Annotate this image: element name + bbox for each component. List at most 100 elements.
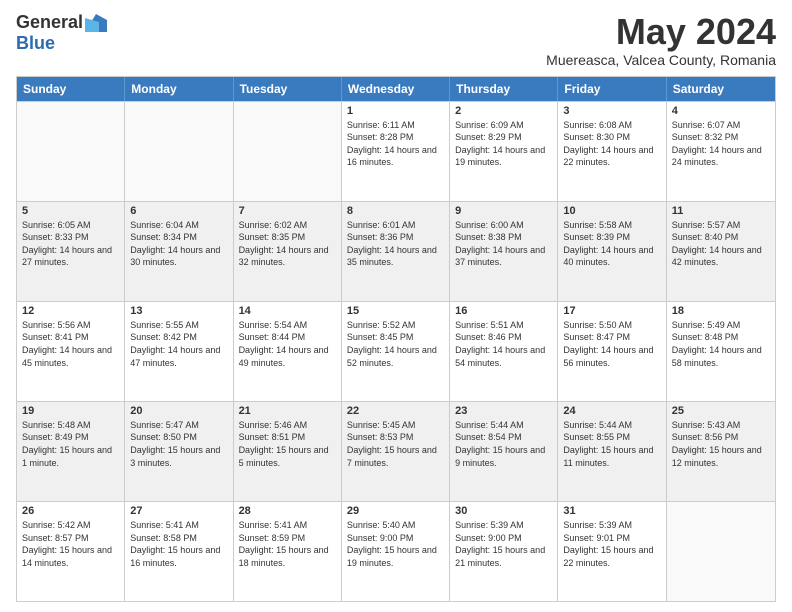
day-info: Sunrise: 5:47 AMSunset: 8:50 PMDaylight:… [130, 419, 227, 469]
cal-cell-empty [667, 502, 775, 601]
cal-cell-empty [17, 102, 125, 201]
month-title: May 2024 [546, 12, 776, 52]
day-number: 2 [455, 105, 552, 117]
cal-cell-day-8: 8Sunrise: 6:01 AMSunset: 8:36 PMDaylight… [342, 202, 450, 301]
day-info: Sunrise: 6:08 AMSunset: 8:30 PMDaylight:… [563, 119, 660, 169]
day-info: Sunrise: 5:50 AMSunset: 8:47 PMDaylight:… [563, 319, 660, 369]
day-info: Sunrise: 5:41 AMSunset: 8:59 PMDaylight:… [239, 519, 336, 569]
cal-cell-day-15: 15Sunrise: 5:52 AMSunset: 8:45 PMDayligh… [342, 302, 450, 401]
day-number: 15 [347, 305, 444, 317]
calendar-week-3: 12 Sunrise: 5:56 AMSunset: 8:41 PMDayligh… [17, 301, 775, 401]
day-number: 18 [672, 305, 770, 317]
day-number: 11 [672, 205, 770, 217]
cal-cell-day-20: 20 Sunrise: 5:47 AMSunset: 8:50 PMDayligh… [125, 402, 233, 501]
day-number: 22 [347, 405, 444, 417]
day-info: Sunrise: 5:39 AMSunset: 9:00 PMDaylight:… [455, 519, 552, 569]
day-info: Sunrise: 5:51 AMSunset: 8:46 PMDaylight:… [455, 319, 552, 369]
cal-cell-day-9: 9 Sunrise: 6:00 AMSunset: 8:38 PMDaylight… [450, 202, 558, 301]
location-subtitle: Muereasca, Valcea County, Romania [546, 52, 776, 68]
day-info: Sunrise: 5:41 AMSunset: 8:58 PMDaylight:… [130, 519, 227, 569]
day-number: 17 [563, 305, 660, 317]
cal-cell-day-28: 28 Sunrise: 5:41 AMSunset: 8:59 PMDayligh… [234, 502, 342, 601]
calendar-body: 1Sunrise: 6:11 AMSunset: 8:28 PMDaylight… [17, 101, 775, 601]
cal-cell-day-30: 30 Sunrise: 5:39 AMSunset: 9:00 PMDayligh… [450, 502, 558, 601]
day-info: Sunrise: 5:44 AMSunset: 8:55 PMDaylight:… [563, 419, 660, 469]
day-number: 29 [347, 505, 444, 517]
day-number: 6 [130, 205, 227, 217]
header: General Blue May 2024 Muereasca, Valcea … [16, 12, 776, 68]
day-number: 12 [22, 305, 119, 317]
calendar-header-row: SundayMondayTuesdayWednesdayThursdayFrid… [17, 77, 775, 101]
cal-cell-day-1: 1Sunrise: 6:11 AMSunset: 8:28 PMDaylight… [342, 102, 450, 201]
day-info: Sunrise: 5:39 AMSunset: 9:01 PMDaylight:… [563, 519, 660, 569]
cal-cell-day-18: 18 Sunrise: 5:49 AMSunset: 8:48 PMDayligh… [667, 302, 775, 401]
cal-cell-empty [125, 102, 233, 201]
cal-header-sunday: Sunday [17, 77, 125, 101]
day-info: Sunrise: 6:05 AMSunset: 8:33 PMDaylight:… [22, 219, 119, 269]
cal-cell-day-5: 5 Sunrise: 6:05 AMSunset: 8:33 PMDaylight… [17, 202, 125, 301]
day-number: 28 [239, 505, 336, 517]
day-number: 23 [455, 405, 552, 417]
day-number: 8 [347, 205, 444, 217]
logo: General Blue [16, 12, 107, 54]
cal-cell-day-23: 23 Sunrise: 5:44 AMSunset: 8:54 PMDayligh… [450, 402, 558, 501]
day-info: Sunrise: 5:46 AMSunset: 8:51 PMDaylight:… [239, 419, 336, 469]
day-info: Sunrise: 6:07 AMSunset: 8:32 PMDaylight:… [672, 119, 770, 169]
cal-cell-day-27: 27Sunrise: 5:41 AMSunset: 8:58 PMDayligh… [125, 502, 233, 601]
day-info: Sunrise: 6:02 AMSunset: 8:35 PMDaylight:… [239, 219, 336, 269]
day-info: Sunrise: 5:44 AMSunset: 8:54 PMDaylight:… [455, 419, 552, 469]
cal-cell-day-24: 24 Sunrise: 5:44 AMSunset: 8:55 PMDayligh… [558, 402, 666, 501]
day-number: 4 [672, 105, 770, 117]
day-info: Sunrise: 6:00 AMSunset: 8:38 PMDaylight:… [455, 219, 552, 269]
cal-cell-day-26: 26Sunrise: 5:42 AMSunset: 8:57 PMDayligh… [17, 502, 125, 601]
day-number: 7 [239, 205, 336, 217]
cal-cell-day-17: 17 Sunrise: 5:50 AMSunset: 8:47 PMDayligh… [558, 302, 666, 401]
title-area: May 2024 Muereasca, Valcea County, Roman… [546, 12, 776, 68]
cal-cell-day-7: 7 Sunrise: 6:02 AMSunset: 8:35 PMDaylight… [234, 202, 342, 301]
cal-header-thursday: Thursday [450, 77, 558, 101]
page: General Blue May 2024 Muereasca, Valcea … [0, 0, 792, 612]
day-number: 5 [22, 205, 119, 217]
logo-icon [85, 14, 107, 32]
cal-cell-day-21: 21 Sunrise: 5:46 AMSunset: 8:51 PMDayligh… [234, 402, 342, 501]
cal-cell-day-31: 31Sunrise: 5:39 AMSunset: 9:01 PMDayligh… [558, 502, 666, 601]
day-number: 20 [130, 405, 227, 417]
cal-cell-day-3: 3 Sunrise: 6:08 AMSunset: 8:30 PMDaylight… [558, 102, 666, 201]
day-info: Sunrise: 6:04 AMSunset: 8:34 PMDaylight:… [130, 219, 227, 269]
day-number: 19 [22, 405, 119, 417]
cal-cell-day-2: 2 Sunrise: 6:09 AMSunset: 8:29 PMDaylight… [450, 102, 558, 201]
calendar: SundayMondayTuesdayWednesdayThursdayFrid… [16, 76, 776, 602]
cal-header-friday: Friday [558, 77, 666, 101]
logo-blue-text: Blue [16, 33, 55, 54]
cal-cell-day-10: 10 Sunrise: 5:58 AMSunset: 8:39 PMDayligh… [558, 202, 666, 301]
day-info: Sunrise: 5:55 AMSunset: 8:42 PMDaylight:… [130, 319, 227, 369]
calendar-week-2: 5 Sunrise: 6:05 AMSunset: 8:33 PMDaylight… [17, 201, 775, 301]
day-number: 30 [455, 505, 552, 517]
day-number: 3 [563, 105, 660, 117]
cal-cell-day-25: 25Sunrise: 5:43 AMSunset: 8:56 PMDayligh… [667, 402, 775, 501]
day-number: 9 [455, 205, 552, 217]
day-info: Sunrise: 5:58 AMSunset: 8:39 PMDaylight:… [563, 219, 660, 269]
cal-cell-day-11: 11 Sunrise: 5:57 AMSunset: 8:40 PMDayligh… [667, 202, 775, 301]
day-number: 16 [455, 305, 552, 317]
cal-cell-day-4: 4 Sunrise: 6:07 AMSunset: 8:32 PMDaylight… [667, 102, 775, 201]
cal-cell-day-19: 19Sunrise: 5:48 AMSunset: 8:49 PMDayligh… [17, 402, 125, 501]
day-number: 10 [563, 205, 660, 217]
cal-cell-day-14: 14Sunrise: 5:54 AMSunset: 8:44 PMDayligh… [234, 302, 342, 401]
day-number: 13 [130, 305, 227, 317]
day-info: Sunrise: 5:56 AMSunset: 8:41 PMDaylight:… [22, 319, 119, 369]
day-info: Sunrise: 5:49 AMSunset: 8:48 PMDaylight:… [672, 319, 770, 369]
day-info: Sunrise: 5:54 AMSunset: 8:44 PMDaylight:… [239, 319, 336, 369]
day-info: Sunrise: 5:57 AMSunset: 8:40 PMDaylight:… [672, 219, 770, 269]
cal-header-wednesday: Wednesday [342, 77, 450, 101]
cal-header-monday: Monday [125, 77, 233, 101]
cal-cell-empty [234, 102, 342, 201]
day-number: 21 [239, 405, 336, 417]
day-info: Sunrise: 6:09 AMSunset: 8:29 PMDaylight:… [455, 119, 552, 169]
day-info: Sunrise: 6:11 AMSunset: 8:28 PMDaylight:… [347, 119, 444, 169]
cal-cell-day-16: 16 Sunrise: 5:51 AMSunset: 8:46 PMDayligh… [450, 302, 558, 401]
cal-cell-day-6: 6 Sunrise: 6:04 AMSunset: 8:34 PMDaylight… [125, 202, 233, 301]
day-number: 26 [22, 505, 119, 517]
cal-cell-day-12: 12 Sunrise: 5:56 AMSunset: 8:41 PMDayligh… [17, 302, 125, 401]
day-number: 24 [563, 405, 660, 417]
